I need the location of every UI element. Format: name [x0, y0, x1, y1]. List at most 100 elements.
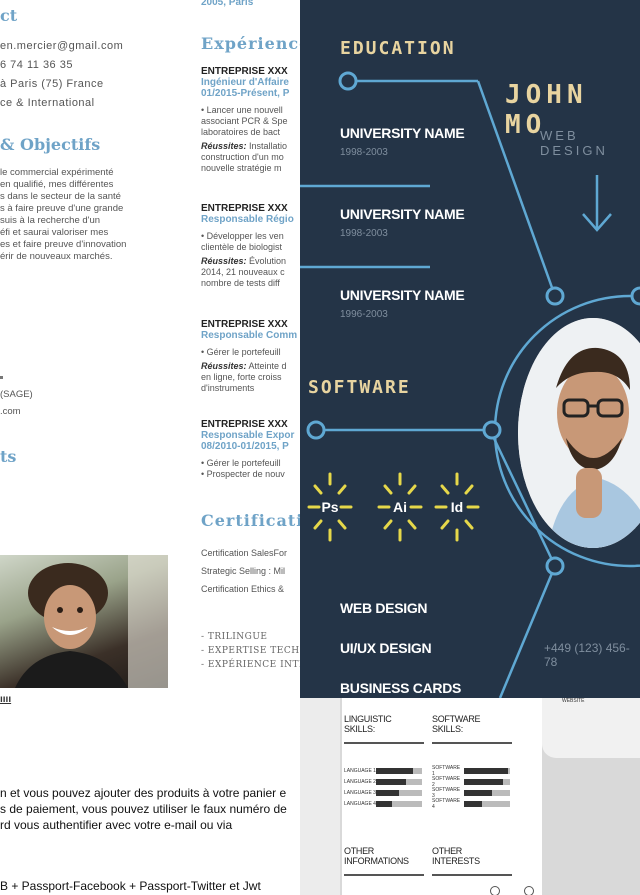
objectives-line: es et faire preuve d'innovation	[0, 239, 127, 250]
contact-location: à Paris (75) France	[0, 78, 104, 90]
skill-level-bar	[464, 790, 510, 796]
objectives-line: éfi et saurai valoriser mes	[0, 227, 109, 238]
linguistic-skills-label: LINGUISTIC SKILLS:	[344, 714, 392, 734]
skills-list: - TRILINGUE - EXPERTISE TECH - EXPÉRIENC…	[201, 630, 303, 672]
timeline-node	[545, 556, 565, 576]
dependencies-text: B + Passport-Facebook + Passport-Twitter…	[0, 879, 261, 893]
job-company: ENTREPRISE XXX	[201, 419, 288, 430]
print-resume-template: LINGUISTIC SKILLS: SOFTWARE SKILLS: LANG…	[300, 698, 640, 895]
objectives-line: s à faire preuve d'une grande	[0, 203, 124, 214]
skill-level-row: SOFTWARE 4	[432, 798, 514, 810]
skill-level-label: LANGUAGE 4	[344, 801, 376, 807]
skill-level-label: LANGUAGE 1	[344, 768, 376, 774]
skill-level-bar	[464, 801, 510, 807]
skill-level-fill	[376, 790, 399, 796]
job-desc-line: laboratoires de bact	[201, 127, 281, 137]
icon-label: Ai	[393, 499, 407, 515]
bottom-label: ıııı	[0, 694, 12, 705]
objectives-line: érir de nouveaux marchés.	[0, 251, 113, 262]
website-fragment: WEBSITE	[562, 698, 585, 704]
indesign-icon: Id	[434, 472, 480, 542]
job-desc-line: clientèle de biologist	[201, 242, 283, 252]
interest-icon	[490, 886, 500, 895]
skill-item: - EXPERTISE TECH	[201, 646, 300, 656]
illustrator-icon: Ai	[377, 472, 423, 542]
date-fragment: 2005, Paris	[201, 0, 254, 8]
side-page	[300, 698, 340, 895]
web-fragment: .com	[0, 406, 21, 417]
timeline-node	[338, 71, 358, 91]
job-desc-line: associant PCR & Spe	[201, 116, 288, 126]
timeline-node	[482, 420, 502, 440]
skill-level-row: SOFTWARE 3	[432, 787, 514, 799]
skill-uiux-design: UI/UX DESIGN	[340, 640, 432, 656]
skill-level-bar	[376, 801, 422, 807]
certification-item: Certification SalesFor	[201, 548, 288, 558]
description-line: rd vous authentifier avec votre e-mail o…	[0, 818, 233, 832]
skill-level-label: SOFTWARE 4	[432, 798, 461, 810]
university-name: UNIVERSITY NAME	[340, 206, 465, 222]
divider	[344, 874, 424, 876]
contact-email: en.mercier@gmail.com	[0, 40, 124, 52]
description-line: s de paiement, vous pouvez utiliser le f…	[0, 802, 287, 816]
certification-heading: Certificatio	[201, 511, 316, 530]
achievement-line: construction d'un mo	[201, 152, 284, 162]
objectives-text: le commercial expérimenté en qualifié, m…	[0, 167, 170, 263]
education-item: UNIVERSITY NAME 1998-2003	[340, 206, 465, 239]
objectives-line: suis à la recherche d'un	[0, 215, 101, 226]
education-item: UNIVERSITY NAME 1996-2003	[340, 287, 465, 320]
university-years: 1998-2003	[340, 147, 388, 158]
achievement-line: en ligne, forte croiss	[201, 372, 282, 382]
job-role: Ingénieur d'Affaire	[201, 77, 289, 88]
job-desc-line: • Prospecter de nouv	[201, 469, 285, 479]
achievement-text: Installatio	[246, 141, 288, 151]
skill-level-bar	[464, 768, 510, 774]
divider	[432, 874, 512, 876]
skill-item: - TRILINGUE	[201, 632, 268, 642]
job-company: ENTREPRISE XXX	[201, 319, 288, 330]
divider	[344, 742, 424, 744]
description-line: n et vous pouvez ajouter des produits à …	[0, 786, 287, 800]
skill-level-row: SOFTWARE 1	[432, 765, 514, 777]
timeline-node	[630, 286, 640, 306]
next-page-corner	[542, 698, 640, 758]
description-text: n et vous pouvez ajouter des produits à …	[0, 785, 300, 833]
experience-heading: Expérience	[201, 34, 311, 53]
skill-level-fill	[464, 790, 492, 796]
job-desc-line: • Gérer le portefeuill	[201, 347, 281, 357]
job-period: 01/2015-Présent, P	[201, 88, 290, 99]
timeline-node	[306, 420, 326, 440]
icon-label: Id	[450, 499, 464, 515]
objectives-line: s dans le secteur de la santé	[0, 191, 121, 202]
job-desc-line: • Développer les ven	[201, 231, 284, 241]
objectives-line: en qualifié, mes différentes	[0, 179, 114, 190]
skill-level-fill	[376, 768, 413, 774]
achievement-line: 2014, 21 nouveaux c	[201, 267, 285, 277]
skill-level-bar	[376, 790, 422, 796]
skill-business-cards: BUSINESS CARDS	[340, 680, 462, 696]
job-desc-line: • Lancer une nouvell	[201, 105, 283, 115]
interests-heading: ts	[0, 447, 17, 466]
divider	[432, 742, 512, 744]
contact-phone-dark: +449 (123) 456-78	[544, 641, 630, 669]
bullet-dot	[0, 376, 3, 379]
university-name: UNIVERSITY NAME	[340, 287, 465, 303]
dark-resume-template: EDUCATION JOHN MO WEB DESIGN UNIVERSITY …	[300, 0, 640, 698]
other-interests-label: OTHER INTERESTS	[432, 846, 480, 866]
other-informations-label: OTHER INFORMATIONS	[344, 846, 409, 866]
achievement-text: Atteinte d	[246, 361, 287, 371]
contact-heading: ct	[0, 6, 18, 25]
skill-level-fill	[464, 801, 483, 807]
profile-photo-man-curly-hair	[0, 555, 168, 688]
skill-level-label: LANGUAGE 2	[344, 779, 376, 785]
achievement-label: Réussites:	[201, 141, 247, 151]
skill-level-fill	[464, 768, 508, 774]
job-entry: ENTREPRISE XXX Responsable Régio • Dével…	[201, 203, 301, 289]
skill-level-row: SOFTWARE 2	[432, 776, 514, 788]
skill-level-fill	[376, 801, 393, 807]
job-entry: ENTREPRISE XXX Ingénieur d'Affaire 01/20…	[201, 66, 301, 174]
achievement-line: nouvelle stratégie m	[201, 163, 282, 173]
language-levels: LANGUAGE 1 LANGUAGE 2 LANGUAGE 3 LANGUAGE 4	[344, 766, 426, 810]
person-title: WEB DESIGN	[540, 128, 608, 158]
skill-level-bar	[464, 779, 510, 785]
